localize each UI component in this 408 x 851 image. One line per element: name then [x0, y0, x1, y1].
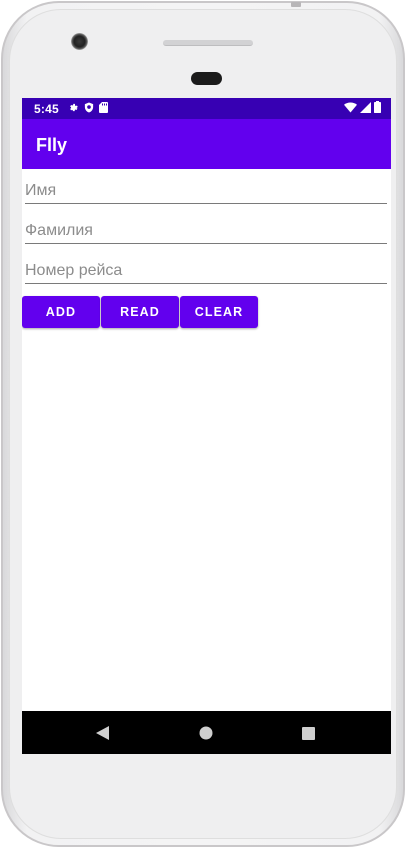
clear-button[interactable]: CLEAR — [180, 296, 258, 328]
sd-card-icon — [99, 101, 108, 116]
navigation-bar — [22, 711, 391, 754]
status-system-icons — [344, 101, 381, 116]
add-button-label: ADD — [45, 305, 77, 319]
first-name-input[interactable] — [25, 182, 387, 200]
flight-number-field[interactable] — [25, 251, 387, 284]
recents-icon[interactable] — [296, 721, 320, 745]
clear-button-label: CLEAR — [194, 305, 244, 319]
status-time: 5:45 — [34, 102, 59, 116]
front-camera — [71, 33, 88, 50]
signal-icon — [360, 101, 371, 116]
settings-icon — [68, 102, 79, 116]
earpiece — [191, 72, 222, 85]
read-button[interactable]: READ — [101, 296, 179, 328]
wifi-icon — [344, 102, 357, 116]
last-name-input[interactable] — [25, 222, 387, 240]
last-name-field[interactable] — [25, 211, 387, 244]
app-title: Flly — [36, 135, 68, 155]
back-icon[interactable] — [91, 721, 115, 745]
shield-icon — [84, 101, 94, 116]
phone-top-button — [291, 2, 301, 7]
read-button-label: READ — [120, 305, 160, 319]
battery-icon — [374, 101, 381, 116]
speaker-grille — [163, 40, 253, 46]
app-bar: Flly — [22, 119, 391, 169]
flight-number-input[interactable] — [25, 262, 387, 280]
home-icon[interactable] — [194, 721, 218, 745]
status-bar: 5:45 — [22, 98, 391, 119]
add-button[interactable]: ADD — [22, 296, 100, 328]
first-name-field[interactable] — [25, 171, 387, 204]
device-screen: 5:45 Flly Имя Фамилия Номер рейса ADD RE… — [22, 98, 391, 754]
status-notification-icons — [68, 101, 108, 116]
